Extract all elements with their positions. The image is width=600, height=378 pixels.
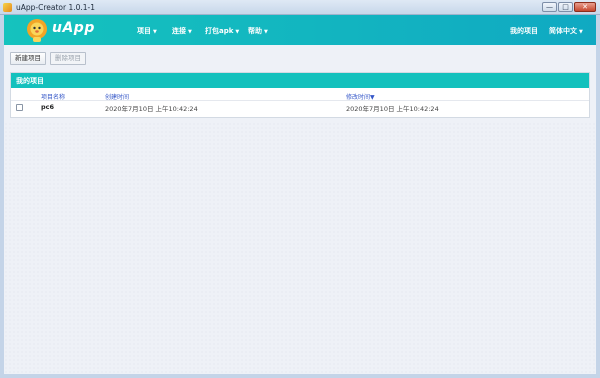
minimize-button[interactable]: —: [542, 2, 557, 12]
chevron-down-icon: ▼: [264, 29, 268, 35]
nav-label: 项目: [137, 27, 151, 35]
close-button[interactable]: ✕: [574, 2, 596, 12]
nav-menu-project[interactable]: 项目 ▼: [137, 26, 157, 36]
workspace-background: [4, 122, 596, 374]
language-selector[interactable]: 简体中文 ▼: [549, 26, 583, 36]
table-row[interactable]: pc6 2020年7月10日 上午10:42:24 2020年7月10日 上午1…: [11, 102, 589, 113]
header-navbar: uApp 项目 ▼ 连接 ▼ 打包apk ▼ 帮助 ▼ 我的项目 简体中文 ▼: [4, 15, 596, 45]
chevron-down-icon: ▼: [235, 29, 240, 35]
nav-label: 帮助: [248, 27, 262, 35]
new-project-button[interactable]: 新建项目: [10, 52, 46, 65]
chevron-down-icon: ▼: [153, 29, 157, 35]
window-titlebar: uApp-Creator 1.0.1-1 — □ ✕: [0, 0, 600, 15]
panel-title: 我的项目: [11, 73, 589, 88]
project-created-time: 2020年7月10日 上午10:42:24: [105, 105, 198, 113]
column-header-created[interactable]: 创建时间: [105, 92, 129, 101]
nav-my-projects[interactable]: 我的项目: [510, 26, 538, 36]
nav-menu-connect[interactable]: 连接 ▼: [172, 26, 192, 36]
table-header: 项目名称 创建时间 修改时间▼: [11, 91, 589, 101]
nav-menu-help[interactable]: 帮助 ▼: [248, 26, 268, 36]
project-toolbar: 新建项目 删除项目: [10, 52, 90, 65]
column-header-name[interactable]: 项目名称: [41, 92, 65, 101]
app-frame: uApp 项目 ▼ 连接 ▼ 打包apk ▼ 帮助 ▼ 我的项目 简体中文 ▼ 新建项目 …: [4, 15, 596, 374]
row-checkbox[interactable]: [16, 104, 23, 111]
chevron-down-icon: ▼: [188, 29, 192, 35]
nav-label: 打包apk: [205, 27, 234, 35]
language-label: 简体中文: [549, 27, 577, 35]
nav-menu-package-apk[interactable]: 打包apk ▼: [205, 26, 239, 36]
window-controls: — □ ✕: [541, 2, 596, 12]
projects-panel: 我的项目 项目名称 创建时间 修改时间▼ pc6 2020年7月10日 上午10…: [10, 72, 590, 118]
app-icon: [3, 3, 12, 12]
logo-wordmark: uApp: [52, 20, 95, 36]
logo-text: uApp: [52, 20, 95, 36]
project-name[interactable]: pc6: [41, 103, 54, 111]
nav-label: 连接: [172, 27, 186, 35]
chevron-down-icon: ▼: [579, 29, 583, 35]
lion-mascot-logo: [27, 19, 47, 42]
project-modified-time: 2020年7月10日 上午10:42:24: [346, 105, 439, 113]
delete-project-button[interactable]: 删除项目: [50, 52, 86, 65]
window-title: uApp-Creator 1.0.1-1: [16, 3, 96, 12]
maximize-button[interactable]: □: [558, 2, 573, 12]
column-header-modified[interactable]: 修改时间▼: [346, 92, 375, 101]
